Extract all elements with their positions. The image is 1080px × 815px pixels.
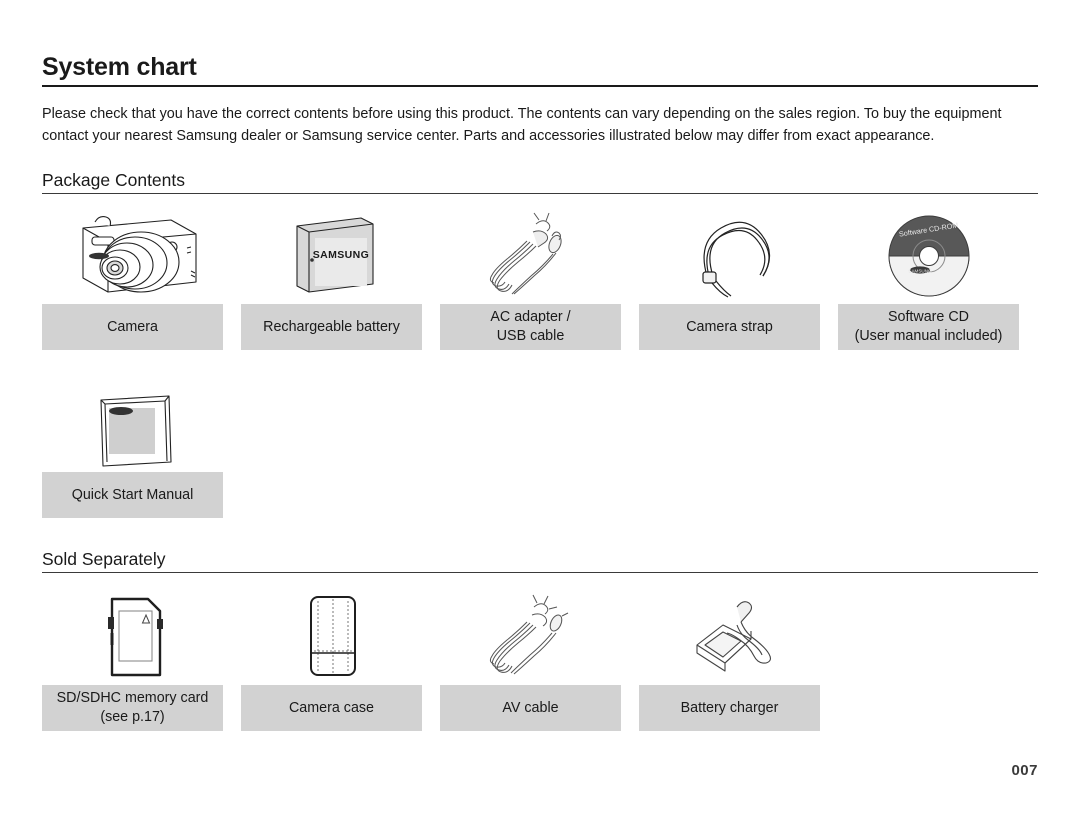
av-cable-icon bbox=[440, 589, 621, 685]
page-number: 007 bbox=[1011, 762, 1038, 779]
package-contents-row-2: Quick Start Manual bbox=[42, 376, 1038, 518]
item-label-line1: Camera case bbox=[288, 699, 375, 716]
intro-paragraph: Please check that you have the correct c… bbox=[42, 106, 1002, 144]
ac-adapter-usb-cable-icon bbox=[440, 208, 621, 304]
item-ac-adapter-usb-cable: AC adapter / USB cable bbox=[440, 208, 621, 350]
item-label-line1: AC adapter / bbox=[490, 309, 571, 325]
item-label-line1: Rechargeable battery bbox=[263, 318, 400, 335]
item-label-software-cd: Software CD (User manual included) bbox=[838, 304, 1019, 350]
item-label-camera: Camera bbox=[42, 304, 223, 350]
item-label-av-cable: AV cable bbox=[440, 685, 621, 731]
section-title-package-contents: Package Contents bbox=[42, 170, 186, 190]
battery-brand-text: SAMSUNG bbox=[312, 249, 368, 261]
item-label-line2: USB cable bbox=[496, 328, 565, 344]
item-label-line1: Camera bbox=[107, 318, 158, 335]
item-rechargeable-battery: SAMSUNG Rechargeable battery bbox=[241, 208, 422, 350]
item-label-rechargeable-battery: Rechargeable battery bbox=[241, 304, 422, 350]
item-label-ac-adapter-usb-cable: AC adapter / USB cable bbox=[440, 304, 621, 350]
item-label-line2: (see p.17) bbox=[100, 709, 165, 725]
section-divider-package-contents bbox=[42, 193, 1038, 194]
item-label-line1: Battery charger bbox=[680, 699, 779, 716]
page-title: System chart bbox=[42, 53, 197, 81]
item-label-battery-charger: Battery charger bbox=[639, 685, 820, 731]
document-page: System chart Please check that you have … bbox=[0, 0, 1080, 815]
sd-card-icon bbox=[42, 589, 223, 685]
item-label-line1: Camera strap bbox=[686, 318, 773, 335]
item-label-line1: Quick Start Manual bbox=[71, 486, 194, 503]
camera-case-icon bbox=[241, 589, 422, 685]
item-camera-case: Camera case bbox=[241, 589, 422, 731]
section-title-sold-separately: Sold Separately bbox=[42, 549, 166, 569]
camera-icon bbox=[42, 208, 223, 304]
software-cd-icon: Software CD-ROM SAMSUNG bbox=[838, 208, 1019, 304]
title-divider bbox=[42, 85, 1038, 87]
section-package-contents-header: Package Contents bbox=[42, 169, 1038, 194]
page-content: System chart Please check that you have … bbox=[42, 0, 1038, 731]
item-label-sd-memory-card: SD/SDHC memory card (see p.17) bbox=[42, 685, 223, 731]
section-divider-sold-separately bbox=[42, 572, 1038, 573]
quick-start-manual-icon bbox=[42, 376, 223, 472]
section-sold-separately-header: Sold Separately bbox=[42, 548, 1038, 573]
item-label-camera-strap: Camera strap bbox=[639, 304, 820, 350]
package-contents-row-1: Camera SAMSUNG Rechargeable battery AC a… bbox=[42, 208, 1038, 350]
item-label-camera-case: Camera case bbox=[241, 685, 422, 731]
svg-text:SAMSUNG: SAMSUNG bbox=[908, 269, 932, 274]
item-sd-memory-card: SD/SDHC memory card (see p.17) bbox=[42, 589, 223, 731]
item-software-cd: Software CD-ROM SAMSUNG Software CD (Use… bbox=[838, 208, 1019, 350]
item-label-line1: AV cable bbox=[502, 699, 559, 716]
battery-charger-icon bbox=[639, 589, 820, 685]
item-av-cable: AV cable bbox=[440, 589, 621, 731]
sold-separately-row: SD/SDHC memory card (see p.17) Camera ca… bbox=[42, 589, 1038, 731]
item-quick-start-manual: Quick Start Manual bbox=[42, 376, 223, 518]
item-label-line1: SD/SDHC memory card bbox=[56, 690, 209, 706]
item-battery-charger: Battery charger bbox=[639, 589, 820, 731]
item-camera-strap: Camera strap bbox=[639, 208, 820, 350]
battery-icon: SAMSUNG bbox=[241, 208, 422, 304]
item-label-line2: (User manual included) bbox=[854, 328, 1003, 344]
item-label-quick-start-manual: Quick Start Manual bbox=[42, 472, 223, 518]
camera-strap-icon bbox=[639, 208, 820, 304]
item-camera: Camera bbox=[42, 208, 223, 350]
item-label-line1: Software CD bbox=[887, 309, 970, 325]
